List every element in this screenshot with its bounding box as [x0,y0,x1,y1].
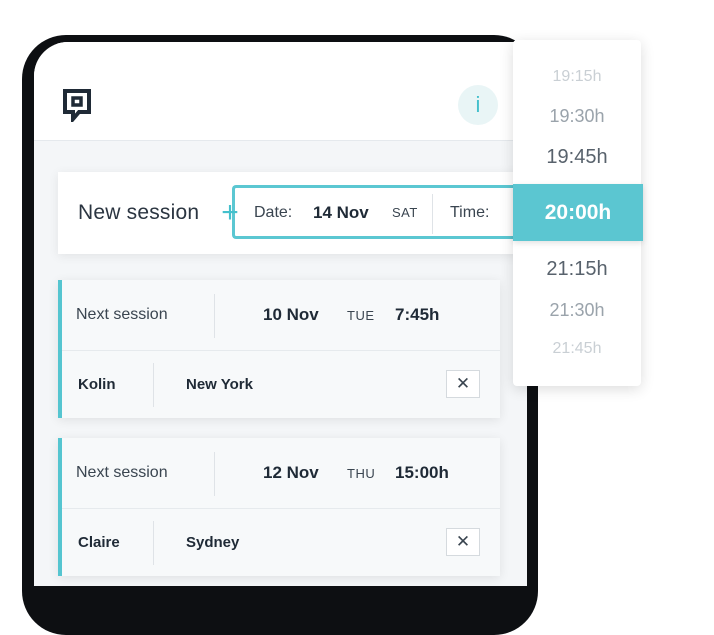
app-header: i [34,42,527,141]
close-icon[interactable]: ✕ [446,370,480,398]
session-label: Next session [76,464,168,481]
session-time: 7:45h [395,305,440,324]
session-card: Next session 12 Nov THU 15:00h Claire Sy… [58,438,500,576]
session-date: 10 Nov [263,305,319,324]
time-option[interactable]: 19:15h [513,68,641,86]
session-day: THU [347,466,376,481]
session-name: Kolin [78,376,116,393]
session-time: 15:00h [395,463,449,482]
time-option[interactable]: 21:45h [513,340,641,358]
divider [153,521,154,565]
selected-time-option[interactable]: 20:00h [513,184,643,241]
close-icon[interactable]: ✕ [446,528,480,556]
divider [432,194,433,234]
session-name: Claire [78,534,120,551]
time-option[interactable]: 19:30h [513,106,641,127]
plus-icon[interactable]: + [218,196,242,230]
divider [214,294,215,338]
session-card-details: Kolin New York ✕ [62,351,500,418]
time-option[interactable]: 21:30h [513,300,641,321]
logo-icon [63,89,91,122]
info-icon[interactable]: i [458,85,498,125]
time-option[interactable]: 19:45h [513,146,641,169]
session-label: Next session [76,306,168,323]
session-city: New York [186,376,253,393]
divider [153,363,154,407]
session-card-header: Next session 10 Nov TUE 7:45h [62,280,500,351]
time-label: Time: [450,204,490,221]
session-card: Next session 10 Nov TUE 7:45h Kolin New … [58,280,500,418]
time-option[interactable]: 21:15h [513,258,641,281]
session-card-details: Claire Sydney ✕ [62,509,500,576]
session-date: 12 Nov [263,463,319,482]
session-city: Sydney [186,534,240,551]
new-session-bar: New session + Date: 14 Nov SAT Time: [58,172,530,254]
date-label: Date: [254,204,293,221]
day-value: SAT [392,205,418,220]
new-session-title: New session [78,201,200,224]
session-day: TUE [347,308,375,323]
divider [214,452,215,496]
date-value[interactable]: 14 Nov [313,172,369,254]
session-card-header: Next session 12 Nov THU 15:00h [62,438,500,509]
